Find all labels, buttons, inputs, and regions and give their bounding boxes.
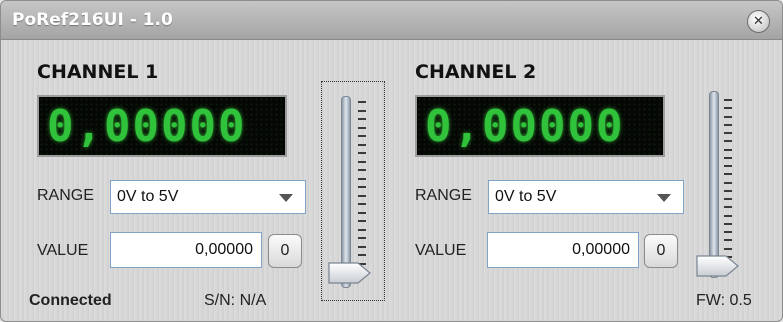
slider-tick	[358, 186, 366, 188]
serial-number: S/N: N/A	[204, 292, 267, 309]
channel-2-zero-button[interactable]: 0	[644, 234, 678, 268]
channel-2-range-select[interactable]: 0V to 5V	[488, 180, 684, 214]
channel-2-lcd-value: 0,00000	[425, 101, 625, 152]
slider-tick	[358, 101, 366, 103]
channel-1-value-input[interactable]: 0,00000	[110, 232, 262, 268]
slider-tick	[358, 169, 366, 171]
slider-tick	[724, 149, 732, 151]
channel-1-value-label: VALUE	[37, 242, 89, 259]
slider-tick	[358, 135, 366, 137]
slider-tick	[724, 198, 732, 200]
slider-tick	[358, 161, 366, 163]
channel-1-range-label: RANGE	[37, 187, 94, 204]
slider-tick	[724, 248, 732, 250]
channel-1-slider-ticks	[358, 101, 366, 273]
slider-tick	[358, 229, 366, 231]
channel-1-slider-thumb[interactable]	[328, 261, 372, 289]
channel-2-slider-thumb[interactable]	[696, 254, 740, 282]
slider-tick	[358, 254, 366, 256]
channel-1-title: CHANNEL 1	[37, 61, 159, 83]
channel-2-slider-ticks	[724, 99, 732, 266]
slider-tick	[358, 203, 366, 205]
slider-tick	[724, 140, 732, 142]
channel-2-value-label: VALUE	[415, 242, 467, 259]
slider-tick	[358, 220, 366, 222]
slider-tick	[724, 215, 732, 217]
firmware-version: FW: 0.5	[696, 292, 752, 309]
title-bar[interactable]: PoRef216UI - 1.0 ✕	[1, 1, 782, 40]
slider-tick	[358, 178, 366, 180]
channel-2-lcd-display: 0,00000	[415, 95, 665, 157]
channel-2-value-input[interactable]: 0,00000	[487, 232, 639, 268]
channel-2-value-text: 0,00000	[572, 241, 630, 258]
chevron-down-icon	[657, 194, 671, 202]
slider-thumb-icon	[328, 262, 371, 284]
slider-thumb-icon	[696, 255, 739, 277]
channel-1-value-text: 0,00000	[195, 241, 253, 258]
slider-tick	[724, 124, 732, 126]
slider-tick	[724, 132, 732, 134]
slider-tick	[724, 206, 732, 208]
connection-status: Connected	[29, 292, 112, 309]
chevron-down-icon	[279, 194, 293, 202]
channel-2-title: CHANNEL 2	[415, 61, 537, 83]
slider-tick	[358, 237, 366, 239]
slider-tick	[724, 182, 732, 184]
slider-tick	[724, 223, 732, 225]
slider-tick	[724, 231, 732, 233]
slider-tick	[724, 99, 732, 101]
slider-tick	[358, 110, 366, 112]
slider-tick	[358, 212, 366, 214]
channel-1-range-select[interactable]: 0V to 5V	[110, 180, 306, 214]
close-button[interactable]: ✕	[747, 10, 770, 33]
channel-2-slider-track[interactable]	[709, 91, 719, 278]
slider-tick	[358, 195, 366, 197]
slider-tick	[358, 144, 366, 146]
slider-tick	[724, 165, 732, 167]
channel-1-lcd-display: 0,00000	[37, 95, 287, 157]
close-icon: ✕	[753, 14, 764, 29]
app-window: PoRef216UI - 1.0 ✕ CHANNEL 1 0,00000 RAN…	[0, 0, 783, 322]
channel-2-range-value: 0V to 5V	[495, 188, 557, 205]
slider-tick	[724, 190, 732, 192]
slider-tick	[358, 118, 366, 120]
slider-tick	[724, 157, 732, 159]
slider-tick	[358, 152, 366, 154]
channel-1-zero-button[interactable]: 0	[268, 234, 302, 268]
channel-2-range-label: RANGE	[415, 187, 472, 204]
slider-tick	[358, 127, 366, 129]
channel-1-lcd-value: 0,00000	[47, 101, 247, 152]
slider-tick	[724, 107, 732, 109]
slider-tick	[724, 239, 732, 241]
channel-1-slider-track[interactable]	[341, 96, 351, 288]
channel-1-range-value: 0V to 5V	[117, 188, 179, 205]
slider-tick	[724, 173, 732, 175]
slider-tick	[724, 116, 732, 118]
window-title: PoRef216UI - 1.0	[12, 10, 173, 30]
slider-tick	[358, 246, 366, 248]
